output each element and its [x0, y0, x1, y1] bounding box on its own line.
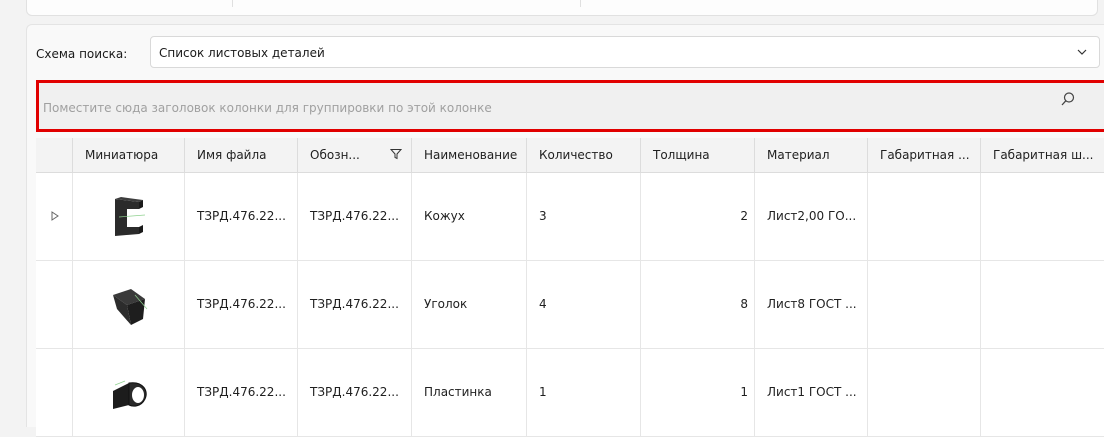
table-row[interactable]: ТЗРД.476.22... ТЗРД.476.22... Уголок 4 8… [36, 261, 1104, 349]
chevron-down-icon [1077, 49, 1087, 55]
dimension-2-cell [980, 349, 1104, 436]
name-cell: Кожух [411, 173, 526, 260]
top-panel [26, 0, 1098, 16]
name-cell: Уголок [411, 261, 526, 348]
material-cell: Лист2,00 ГО... [754, 173, 867, 260]
file-name-cell: ТЗРД.476.22... [184, 349, 297, 436]
plate-part-thumbnail [113, 380, 147, 409]
designation-cell: ТЗРД.476.22... [297, 349, 411, 436]
row-expander-cell [36, 349, 72, 436]
header-dimension-2[interactable]: Габаритная ш... [980, 138, 1104, 172]
quantity-cell: 1 [526, 349, 640, 436]
angle-part-thumbnail [113, 289, 148, 325]
quantity-cell: 4 [526, 261, 640, 348]
material-cell: Лист8 ГОСТ ... [754, 261, 867, 348]
header-expander-column [36, 138, 72, 172]
header-quantity[interactable]: Количество [526, 138, 640, 172]
search-icon[interactable] [1060, 91, 1076, 107]
table-row[interactable]: ТЗРД.476.22... ТЗРД.476.22... Пластинка … [36, 349, 1104, 437]
thumbnail-cell [72, 261, 184, 348]
dimension-2-cell [980, 173, 1104, 260]
dimension-1-cell [867, 349, 980, 436]
search-scheme-label: Схема поиска: [36, 47, 128, 61]
top-toolbar [0, 0, 1104, 18]
group-by-panel[interactable]: Поместите сюда заголовок колонки для гру… [36, 80, 1104, 132]
search-scheme-select[interactable]: Список листовых деталей [150, 36, 1100, 68]
thumbnail-cell [72, 349, 184, 436]
thumbnail-cell [72, 173, 184, 260]
grid-header: Миниатюра Имя файла Обозн... Наименовани… [36, 138, 1104, 173]
material-cell: Лист1 ГОСТ ... [754, 349, 867, 436]
designation-cell: ТЗРД.476.22... [297, 173, 411, 260]
designation-cell: ТЗРД.476.22... [297, 261, 411, 348]
header-material[interactable]: Материал [754, 138, 867, 172]
parts-grid: Миниатюра Имя файла Обозн... Наименовани… [36, 138, 1104, 437]
file-name-cell: ТЗРД.476.22... [184, 173, 297, 260]
file-name-cell: ТЗРД.476.22... [184, 261, 297, 348]
header-designation[interactable]: Обозн... [297, 138, 411, 172]
header-thickness[interactable]: Толщина [640, 138, 754, 172]
search-scheme-value: Список листовых деталей [159, 46, 325, 60]
name-cell: Пластинка [411, 349, 526, 436]
header-designation-label: Обозн... [310, 148, 360, 162]
row-expander-cell[interactable] [36, 173, 72, 260]
quantity-cell: 3 [526, 173, 640, 260]
header-dimension-1[interactable]: Габаритная ... [867, 138, 980, 172]
dimension-2-cell [980, 261, 1104, 348]
thickness-cell: 1 [640, 349, 754, 436]
header-name[interactable]: Наименование [411, 138, 526, 172]
header-thumbnail[interactable]: Миниатюра [72, 138, 184, 172]
dimension-1-cell [867, 173, 980, 260]
thickness-cell: 8 [640, 261, 754, 348]
header-file-name[interactable]: Имя файла [184, 138, 297, 172]
thickness-cell: 2 [640, 173, 754, 260]
dimension-1-cell [867, 261, 980, 348]
left-strip [0, 22, 26, 426]
row-expander-cell [36, 261, 72, 348]
toolbar-separator [232, 0, 233, 7]
group-by-hint: Поместите сюда заголовок колонки для гру… [43, 101, 492, 115]
expand-arrow-icon[interactable] [50, 211, 60, 221]
bracket-part-thumbnail [115, 197, 146, 236]
toolbar-separator [580, 0, 581, 7]
table-row[interactable]: ТЗРД.476.22... ТЗРД.476.22... Кожух 3 2 … [36, 173, 1104, 261]
filter-icon[interactable] [390, 148, 402, 160]
